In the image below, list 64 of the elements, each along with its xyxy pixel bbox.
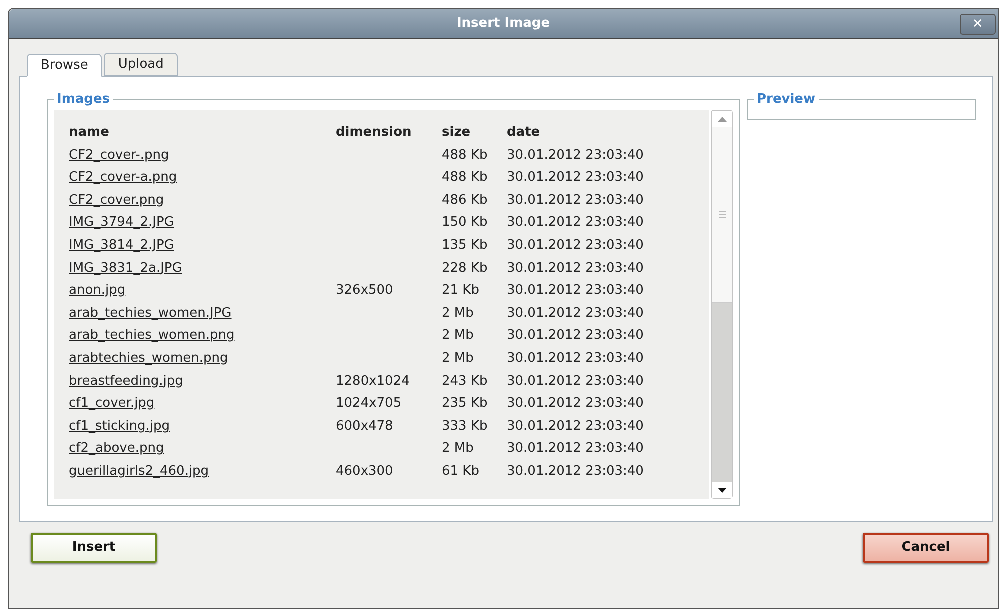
file-link[interactable]: breastfeeding.jpg [69, 370, 336, 394]
table-cell-text: 228 Kb [442, 260, 489, 278]
table-cell-text: 30.01.2012 23:03:40 [507, 462, 645, 481]
file-link[interactable]: CF2_cover.png [69, 190, 336, 212]
table-cell-text: 243 Kb [442, 372, 489, 391]
table-cell-text: 30.01.2012 23:03:40 [507, 169, 645, 188]
table-cell-text: 1024x705 [336, 395, 403, 414]
grip-icon [718, 211, 726, 218]
column-header: name [69, 124, 110, 142]
file-link[interactable]: IMG_3794_2.JPG [69, 212, 336, 235]
table-cell-text: 30.01.2012 23:03:40 [507, 214, 645, 232]
table-cell-text: 30.01.2012 23:03:40 [507, 260, 645, 278]
insert-button[interactable]: Insert [31, 533, 157, 563]
table-cell-text: 61 Kb [442, 462, 480, 481]
table-cell-text: 2 Mb [442, 350, 475, 368]
tab[interactable]: Browse [27, 54, 102, 77]
table-cell-text: 30.01.2012 23:03:40 [507, 146, 645, 165]
table-cell-text: 2 Mb [442, 440, 475, 458]
file-link[interactable]: CF2_cover-.png [69, 144, 336, 168]
file-link[interactable]: arabtechies_women.png [69, 348, 336, 371]
column-header: size [442, 124, 472, 142]
table-cell-text: 30.01.2012 23:03:40 [507, 282, 645, 300]
table-cell-text: 486 Kb [442, 192, 489, 210]
table-cell-text: 488 Kb [442, 146, 489, 165]
window-title: Insert Image [456, 14, 550, 33]
file-link[interactable]: IMG_3831_2a.JPG [69, 258, 336, 280]
file-link[interactable]: arab_techies_women.png [69, 325, 336, 348]
table-cell-text: 2 Mb [442, 327, 475, 346]
table-cell-text: 30.01.2012 23:03:40 [507, 327, 645, 346]
cancel-button[interactable]: Cancel [863, 533, 989, 563]
table-cell-text: 1280x1024 [336, 372, 411, 391]
table-cell-text: 21 Kb [442, 282, 480, 300]
file-link[interactable]: IMG_3814_2.JPG [69, 234, 336, 258]
file-link[interactable]: anon.jpg [69, 280, 336, 303]
column-header: dimension [336, 124, 413, 142]
table-cell-text: 2 Mb [442, 304, 475, 323]
table-cell-text: 600x478 [336, 418, 394, 436]
scroll-down-icon[interactable] [718, 488, 726, 492]
table-cell-text: 30.01.2012 23:03:40 [507, 192, 645, 210]
file-link[interactable]: cf1_cover.jpg [69, 393, 336, 416]
table-cell-text: 30.01.2012 23:03:40 [507, 440, 645, 458]
table-cell-text: 135 Kb [442, 236, 489, 255]
scrollbar[interactable] [711, 110, 733, 499]
file-link[interactable]: cf2_above.png [69, 438, 336, 461]
scroll-thumb[interactable] [712, 127, 732, 303]
table-cell-text: 488 Kb [442, 169, 489, 188]
table-cell-text: 30.01.2012 23:03:40 [507, 350, 645, 368]
table-cell-text: 150 Kb [442, 214, 489, 232]
file-link[interactable]: CF2_cover-a.png [69, 167, 336, 190]
table-cell-text: 30.01.2012 23:03:40 [507, 395, 645, 414]
file-link[interactable]: arab_techies_women.JPG [69, 302, 336, 326]
table-cell-text: 333 Kb [442, 418, 489, 436]
table-cell-text: 235 Kb [442, 395, 489, 414]
file-link[interactable]: guerillagirls2_460.jpg [69, 460, 336, 484]
scroll-up-icon[interactable] [718, 116, 726, 122]
column-header: date [507, 124, 542, 142]
table-cell-text: 30.01.2012 23:03:40 [507, 418, 645, 436]
table-cell-text: 326x500 [336, 282, 394, 300]
table-cell-text: 30.01.2012 23:03:40 [507, 236, 645, 255]
tab[interactable]: Upload [104, 53, 178, 76]
file-link[interactable]: cf1_sticking.jpg [69, 416, 336, 438]
table-cell-text: 30.01.2012 23:03:40 [507, 372, 645, 391]
table-cell-text: 460x300 [336, 462, 394, 481]
table-cell-text: 30.01.2012 23:03:40 [507, 304, 645, 323]
